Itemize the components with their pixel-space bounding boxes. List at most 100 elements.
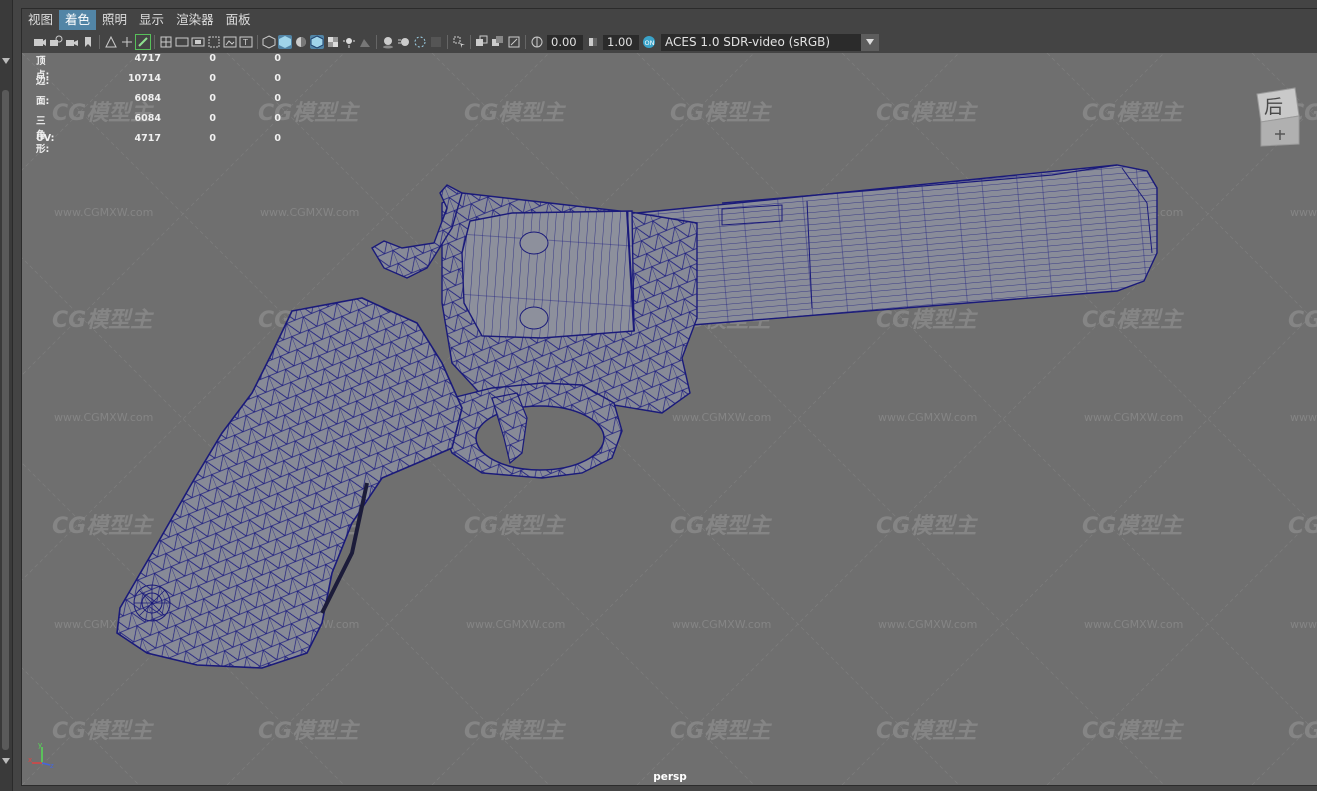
default-material-icon[interactable] [294, 35, 308, 49]
gamma-field[interactable]: 1.00 [603, 34, 639, 50]
watermark-logo: CG模型主 [876, 719, 978, 744]
lighting-icon[interactable] [342, 35, 356, 49]
menu-lighting[interactable]: 照明 [96, 10, 133, 30]
watermark-logo: CG模型主 [876, 308, 978, 333]
viewcube-face-label: 后 [1264, 96, 1283, 118]
menu-panels[interactable]: 面板 [220, 10, 257, 30]
menu-renderer[interactable]: 渲染器 [170, 10, 220, 30]
svg-text:ON: ON [645, 39, 655, 47]
view-cube[interactable]: 后 [1255, 86, 1301, 148]
exposure-icon[interactable] [530, 35, 544, 49]
watermark-url: www.CGMXW.com [1084, 618, 1183, 631]
image-plane-icon[interactable] [104, 35, 118, 49]
safe-action-icon[interactable]: T [239, 35, 253, 49]
hud-value: 0 [274, 53, 281, 64]
watermark-url: www.CGMXW.com [878, 411, 977, 424]
hud-value: 6084 [134, 113, 161, 124]
3d-viewport[interactable]: CG模型主 CG模型主 CG模型主 CG模型主 CG模型主 CG模型主 CG模型主 CG模型主… [22, 53, 1317, 785]
scrollbar-handle[interactable] [2, 90, 9, 750]
select-camera-icon[interactable] [33, 35, 47, 49]
watermark-logo: CG模型主 [1288, 719, 1317, 744]
2d-pan-zoom-icon[interactable] [120, 35, 134, 49]
watermark-url: www.CGMXW.com [1290, 411, 1317, 424]
watermark-url: www.CGMXW.com [1290, 618, 1317, 631]
svg-text:x: x [28, 756, 32, 764]
hud-value: 10714 [127, 73, 161, 84]
watermark-url: www.CGMXW.com [1084, 411, 1183, 424]
watermark-logo: CG模型主 [1082, 719, 1184, 744]
resolution-gate-icon[interactable] [191, 35, 205, 49]
watermark-logo: CG模型主 [1082, 308, 1184, 333]
shadows-icon[interactable] [358, 35, 372, 49]
panel-menubar: 视图 着色 照明 显示 渲染器 面板 [22, 9, 1317, 31]
collapse-arrow-icon[interactable] [2, 58, 10, 64]
wireframe-on-shaded-icon[interactable] [310, 35, 324, 49]
xray-joints-icon[interactable] [507, 35, 521, 49]
watermark-url: www.CGMXW.com [672, 618, 771, 631]
xray-active-components-icon[interactable] [491, 35, 505, 49]
menu-view[interactable]: 视图 [22, 10, 59, 30]
viewport-panel: 视图 着色 照明 显示 渲染器 面板 T 0.00 1.00 ON ACES 1… [21, 8, 1317, 786]
watermark-logo: CG模型主 [258, 719, 360, 744]
watermark-logo: CG模型主 [464, 101, 566, 126]
wireframe-icon[interactable] [262, 35, 276, 49]
ambient-occlusion-icon[interactable] [381, 35, 395, 49]
color-management-icon[interactable]: ON [642, 35, 656, 49]
gate-mask-icon[interactable] [207, 35, 221, 49]
svg-text:y: y [38, 741, 42, 749]
svg-text:z: z [50, 762, 54, 769]
watermark-layer: CG模型主 CG模型主 CG模型主 CG模型主 CG模型主 CG模型主 CG模型主 CG模型主… [22, 53, 1317, 785]
hud-label: 面: [36, 96, 50, 107]
anti-aliasing-icon[interactable] [413, 35, 427, 49]
exposure-field[interactable]: 0.00 [547, 34, 583, 50]
hud-value: 4717 [134, 133, 161, 144]
watermark-logo: CG模型主 [52, 514, 154, 539]
textured-icon[interactable] [326, 35, 340, 49]
watermark-url: www.CGMXW.com [54, 206, 153, 219]
menu-show[interactable]: 显示 [133, 10, 170, 30]
hud-value: 4717 [134, 53, 161, 64]
bookmark-flag-icon[interactable] [81, 35, 95, 49]
hud-value: 0 [274, 113, 281, 124]
field-chart-icon[interactable] [223, 35, 237, 49]
hud-value: 0 [209, 113, 216, 124]
hud-value: 0 [274, 133, 281, 144]
watermark-logo: CG模型主 [876, 101, 978, 126]
hud-value: 6084 [134, 93, 161, 104]
svg-text:T: T [242, 38, 248, 47]
hud-value: 0 [209, 53, 216, 64]
color-space-select[interactable]: ACES 1.0 SDR-video (sRGB) [661, 33, 861, 51]
hud-value: 0 [274, 93, 281, 104]
left-tool-strip [0, 0, 13, 791]
watermark-url: www.CGMXW.com [672, 411, 771, 424]
watermark-url: www.CGMXW.com [1290, 206, 1317, 219]
bookmarks-icon[interactable] [65, 35, 79, 49]
camera-attributes-icon[interactable] [49, 35, 63, 49]
watermark-logo: CG模型主 [52, 719, 154, 744]
isolate-select-icon[interactable] [452, 35, 466, 49]
watermark-url: www.CGMXW.com [260, 206, 359, 219]
watermark-logo: CG模型主 [670, 719, 772, 744]
watermark-logo: CG模型主 [52, 308, 154, 333]
menu-shading[interactable]: 着色 [59, 10, 97, 30]
film-gate-icon[interactable] [175, 35, 189, 49]
hud-value: 0 [274, 73, 281, 84]
watermark-url: www.CGMXW.com [878, 618, 977, 631]
axis-gizmo-icon: y x z [28, 741, 54, 769]
chevron-down-icon[interactable] [861, 33, 879, 51]
motion-blur-icon[interactable] [397, 35, 411, 49]
smooth-shade-icon[interactable] [278, 35, 292, 49]
hud-value: 0 [209, 93, 216, 104]
watermark-logo: CG模型主 [1082, 514, 1184, 539]
watermark-logo: CG模型主 [876, 514, 978, 539]
grid-icon[interactable] [159, 35, 173, 49]
grease-pencil-icon[interactable] [135, 34, 151, 50]
depth-of-field-icon[interactable] [429, 35, 443, 49]
gamma-icon[interactable] [586, 35, 600, 49]
watermark-logo: CG模型主 [464, 719, 566, 744]
watermark-logo: CG模型主 [670, 101, 772, 126]
xray-icon[interactable] [475, 35, 489, 49]
hud-value: 0 [209, 133, 216, 144]
expand-arrow-icon[interactable] [2, 758, 10, 764]
hud-label: UV: [36, 133, 55, 144]
